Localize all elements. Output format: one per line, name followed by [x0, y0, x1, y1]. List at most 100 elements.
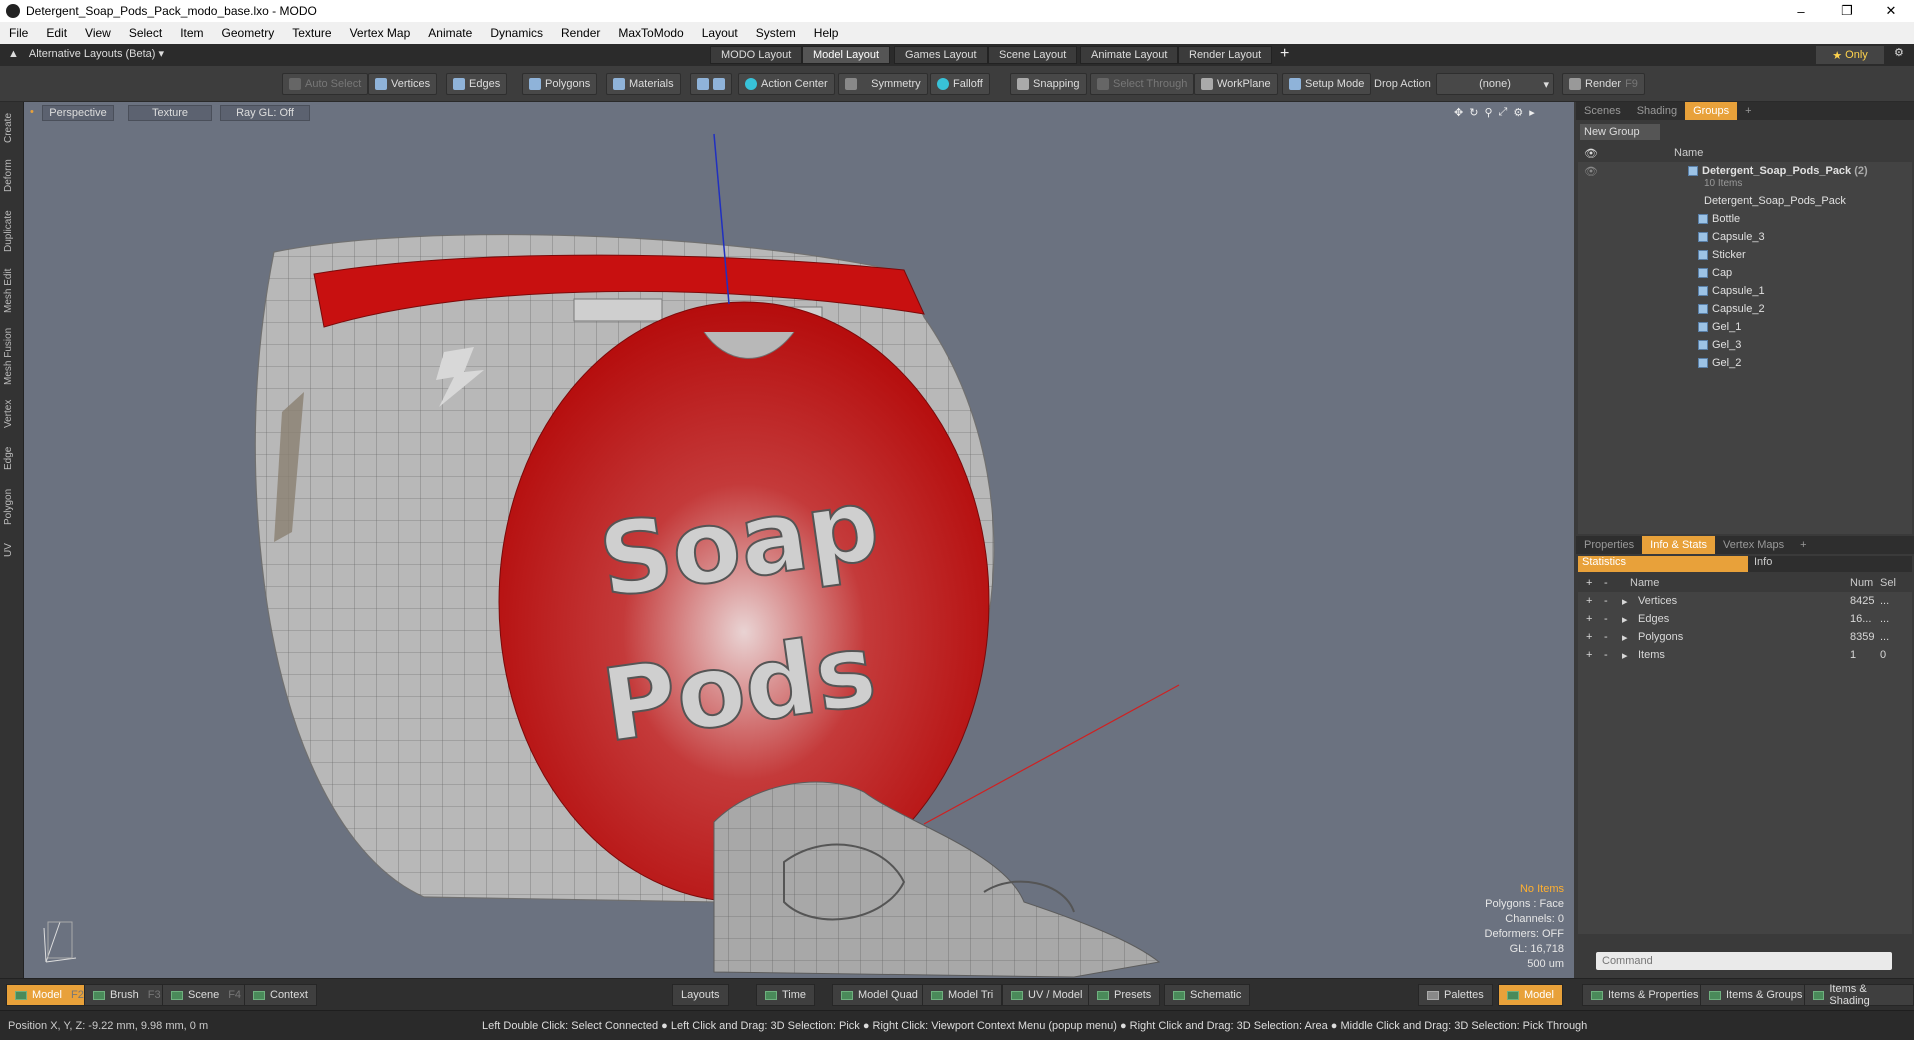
scene-mode-button[interactable]: Scene F4 [162, 984, 251, 1006]
menu-animate[interactable]: Animate [419, 26, 481, 40]
workplane-button[interactable]: WorkPlane [1194, 73, 1278, 95]
chevron-right-icon[interactable]: ▸ [1622, 631, 1628, 644]
menu-system[interactable]: System [747, 26, 805, 40]
vtab-edge[interactable]: Edge [3, 440, 21, 476]
tab-scenes[interactable]: Scenes [1576, 102, 1629, 120]
menu-select[interactable]: Select [120, 26, 171, 40]
chevron-right-icon[interactable]: ▸ [1622, 595, 1628, 608]
symmetry-button[interactable]: Symmetry [838, 73, 928, 95]
tab-groups[interactable]: Groups [1685, 102, 1738, 120]
action-center-button[interactable]: Action Center [738, 73, 835, 95]
materials-button[interactable]: Materials [606, 73, 681, 95]
setup-mode-button[interactable]: Setup Mode [1282, 73, 1372, 95]
menu-dynamics[interactable]: Dynamics [481, 26, 552, 40]
collapse-icon[interactable]: - [1604, 631, 1608, 643]
model-quad-button[interactable]: Model Quad [832, 984, 927, 1006]
new-group-button[interactable]: New Group [1580, 124, 1660, 140]
collapse-icon[interactable]: - [1604, 613, 1608, 625]
collapse-icon[interactable]: ▲ [8, 48, 19, 60]
table-row[interactable]: + - ▸ Vertices 8425 ... [1578, 592, 1912, 610]
polygons-button[interactable]: Polygons [522, 73, 598, 95]
menu-maxtomodo[interactable]: MaxToModo [609, 26, 692, 40]
menu-file[interactable]: File [0, 26, 37, 40]
vtab-create[interactable]: Create [3, 108, 21, 148]
menu-edit[interactable]: Edit [37, 26, 76, 40]
table-row[interactable]: + - ▸ Items 1 0 [1578, 646, 1912, 664]
items-properties-button[interactable]: Items & Properties [1582, 984, 1708, 1006]
chevron-right-icon[interactable]: ▸ [1622, 613, 1628, 626]
tab-vertex-maps[interactable]: Vertex Maps [1715, 536, 1792, 554]
close-button[interactable]: ✕ [1868, 0, 1914, 22]
list-item[interactable]: Capsule_2 [1578, 300, 1912, 318]
table-row[interactable]: + - ▸ Edges 16... ... [1578, 610, 1912, 628]
time-button[interactable]: Time [756, 984, 816, 1006]
vertices-button[interactable]: Vertices [368, 73, 438, 95]
restore-button[interactable]: ❐ [1824, 0, 1870, 22]
auto-select-button[interactable]: Auto Select [282, 73, 369, 95]
collapse-all-icon[interactable]: - [1604, 577, 1608, 589]
list-item[interactable]: Gel_2 [1578, 354, 1912, 372]
add-tab-icon[interactable]: + [1792, 536, 1814, 554]
vtab-vertex[interactable]: Vertex [3, 394, 21, 434]
model-mode-button[interactable]: Model F2 [6, 984, 93, 1006]
layouts-button[interactable]: Layouts [672, 984, 729, 1006]
tab-properties[interactable]: Properties [1576, 536, 1642, 554]
list-item[interactable]: Cap [1578, 264, 1912, 282]
tab-model-layout[interactable]: Model Layout [802, 46, 891, 64]
menu-item[interactable]: Item [171, 26, 212, 40]
alternative-layouts-dropdown[interactable]: Alternative Layouts (Beta) ▾ [29, 47, 164, 60]
menu-help[interactable]: Help [805, 26, 848, 40]
uv-model-button[interactable]: UV / Model [1002, 984, 1092, 1006]
list-item[interactable]: Sticker [1578, 246, 1912, 264]
tab-modo-layout[interactable]: MODO Layout [710, 46, 803, 64]
vtab-duplicate[interactable]: Duplicate [3, 204, 21, 258]
info-subtab[interactable]: Info [1748, 556, 1772, 572]
presets-button[interactable]: Presets [1088, 984, 1161, 1006]
menu-texture[interactable]: Texture [283, 26, 340, 40]
drop-action-select[interactable]: (none) ▾ [1436, 73, 1554, 95]
tab-info-stats[interactable]: Info & Stats [1642, 536, 1716, 554]
list-item[interactable]: Detergent_Soap_Pods_Pack [1578, 192, 1912, 210]
render-button[interactable]: Render F9 [1562, 73, 1645, 95]
table-row[interactable]: + - ▸ Polygons 8359 ... [1578, 628, 1912, 646]
minimize-button[interactable]: – [1778, 0, 1824, 22]
vtab-deform[interactable]: Deform [3, 154, 21, 198]
list-item[interactable]: Capsule_3 [1578, 228, 1912, 246]
tab-scene-layout[interactable]: Scene Layout [988, 46, 1078, 64]
menu-render[interactable]: Render [552, 26, 609, 40]
vtab-uv[interactable]: UV [3, 538, 21, 562]
collapse-icon[interactable]: - [1604, 595, 1608, 607]
vtab-mesh-edit[interactable]: Mesh Edit [3, 264, 21, 318]
list-item[interactable]: Gel_1 [1578, 318, 1912, 336]
chevron-right-icon[interactable]: ▸ [1622, 649, 1628, 662]
menu-view[interactable]: View [76, 26, 120, 40]
expand-icon[interactable]: + [1586, 595, 1592, 607]
select-mode-icons[interactable] [690, 73, 732, 95]
model-tri-button[interactable]: Model Tri [922, 984, 1003, 1006]
tab-animate-layout[interactable]: Animate Layout [1080, 46, 1179, 64]
menu-geometry[interactable]: Geometry [213, 26, 284, 40]
schematic-button[interactable]: Schematic [1164, 984, 1251, 1006]
tab-games-layout[interactable]: Games Layout [894, 46, 988, 64]
brush-mode-button[interactable]: Brush F3 [84, 984, 170, 1006]
expand-icon[interactable]: + [1586, 613, 1592, 625]
menu-vertex-map[interactable]: Vertex Map [341, 26, 420, 40]
tab-render-layout[interactable]: Render Layout [1178, 46, 1273, 64]
expand-icon[interactable]: + [1586, 649, 1592, 661]
context-button[interactable]: Context [244, 984, 317, 1006]
list-item[interactable]: Capsule_1 [1578, 282, 1912, 300]
list-item[interactable]: Bottle [1578, 210, 1912, 228]
palettes-button[interactable]: Palettes [1418, 984, 1493, 1006]
model-view-button[interactable]: Model [1498, 984, 1563, 1006]
select-through-button[interactable]: Select Through [1090, 73, 1195, 95]
add-layout-icon[interactable]: + [1280, 45, 1289, 63]
command-input[interactable]: Command [1596, 952, 1892, 970]
tab-shading[interactable]: Shading [1629, 102, 1685, 120]
list-item[interactable]: Gel_3 [1578, 336, 1912, 354]
vtab-polygon[interactable]: Polygon [3, 482, 21, 532]
gear-icon[interactable]: ⚙ [1894, 46, 1904, 59]
items-groups-button[interactable]: Items & Groups [1700, 984, 1812, 1006]
expand-all-icon[interactable]: + [1586, 577, 1592, 589]
3d-viewport[interactable]: • Perspective Texture Ray GL: Off ✥ ↻ ⚲ … [24, 102, 1574, 978]
statistics-subtab[interactable]: Statistics [1578, 556, 1748, 572]
